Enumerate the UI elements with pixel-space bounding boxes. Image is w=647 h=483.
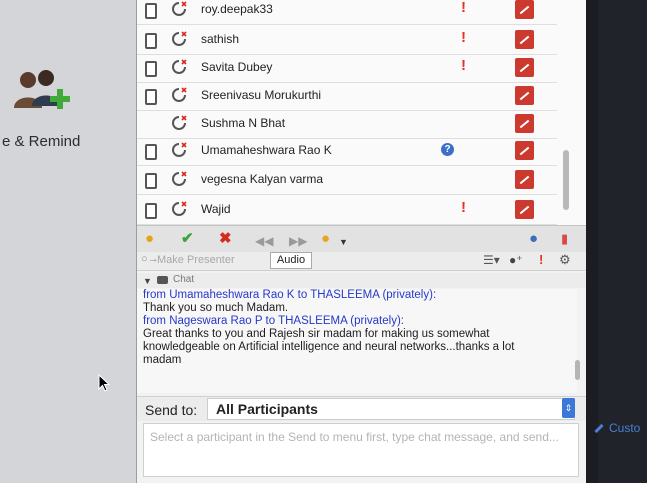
device-icon: [145, 61, 157, 77]
camera-off-icon: [172, 115, 187, 130]
camera-off-icon: [172, 31, 187, 46]
send-to-label: Send to:: [145, 402, 198, 418]
mic-muted-icon[interactable]: [515, 86, 534, 105]
clear-status-icon[interactable]: ▮: [561, 230, 568, 248]
go-slower-icon[interactable]: ◀◀: [255, 232, 273, 250]
chat-header[interactable]: ▼ Chat: [137, 273, 586, 288]
participant-row[interactable]: roy.deepak33!: [137, 0, 557, 25]
participant-row[interactable]: Savita Dubey!: [137, 54, 557, 83]
chat-input-placeholder: Select a participant in the Send to menu…: [150, 430, 559, 444]
participant-row[interactable]: sathish!: [137, 26, 557, 55]
participant-name: roy.deepak33: [201, 2, 273, 16]
participant-row[interactable]: Sreenivasu Morukurthi: [137, 82, 557, 111]
chat-message-input[interactable]: Select a participant in the Send to menu…: [143, 423, 579, 477]
chat-message-line: madam: [143, 354, 182, 366]
chat-message-line: Great thanks to you and Rajesh sir madam…: [143, 328, 490, 340]
question-icon: ?: [441, 143, 454, 156]
alert-icon[interactable]: !: [539, 252, 543, 267]
chat-sender-line: from Umamaheshwara Rao K to THASLEEMA (p…: [143, 289, 437, 301]
camera-off-icon: [172, 142, 187, 157]
device-icon: [145, 33, 157, 49]
mic-muted-icon[interactable]: [515, 170, 534, 189]
send-to-row: Send to: All Participants ⇕: [137, 396, 586, 421]
disapprove-x-icon[interactable]: ✖: [219, 230, 232, 248]
device-icon: [145, 89, 157, 105]
send-to-value: All Participants: [216, 401, 318, 417]
approve-check-icon[interactable]: ✔: [181, 230, 194, 248]
participant-name: sathish: [201, 32, 240, 46]
alert-icon: !: [461, 29, 466, 46]
camera-off-icon: [172, 171, 187, 186]
alert-icon: !: [461, 199, 466, 216]
audio-tab[interactable]: Audio: [270, 252, 312, 269]
participant-row[interactable]: Sushma N Bhat: [137, 110, 557, 139]
presenter-toolbar: ○→ Make Presenter Audio ☰▾ ●⁺ ! ⚙: [137, 252, 586, 271]
chat-messages: from Umamaheshwara Rao K to THASLEEMA (p…: [137, 289, 577, 393]
device-icon: [145, 203, 157, 219]
go-faster-icon[interactable]: ▶▶: [289, 232, 307, 250]
left-panel: e & Remind: [0, 0, 137, 483]
participant-scrollbar[interactable]: [563, 150, 569, 210]
camera-off-icon: [172, 59, 187, 74]
invite-users-icon[interactable]: [10, 68, 72, 118]
add-participant-icon[interactable]: ●⁺: [509, 253, 523, 267]
participant-list: Wajid! vegesna Kalyan varma Umamaheshwara …: [137, 0, 586, 225]
chat-message-line: knowledgeable on Artificial intelligence…: [143, 341, 515, 353]
camera-off-icon: [172, 201, 187, 216]
participant-name: vegesna Kalyan varma: [201, 172, 324, 186]
collaborate-panel: Wajid! vegesna Kalyan varma Umamaheshwara …: [137, 0, 586, 483]
device-icon: [145, 144, 157, 160]
chat-scrollbar[interactable]: [575, 360, 580, 380]
participant-name: Umamaheshwara Rao K: [201, 143, 332, 157]
alert-icon: !: [461, 0, 466, 16]
participant-name: Savita Dubey: [201, 60, 273, 74]
participant-row[interactable]: vegesna Kalyan varma: [137, 166, 557, 195]
make-presenter-button[interactable]: Make Presenter: [157, 254, 235, 266]
camera-off-icon: [172, 1, 187, 16]
participant-toolbar: ● ✔ ✖ ◀◀ ▶▶ ● ▼ ● ▮: [137, 225, 586, 253]
pencil-icon: [594, 424, 604, 434]
user-settings-icon[interactable]: ●: [529, 230, 538, 248]
mic-muted-icon[interactable]: [515, 114, 534, 133]
participant-name: Sreenivasu Morukurthi: [201, 88, 322, 102]
mic-muted-icon[interactable]: [515, 200, 534, 219]
background-desktop: [598, 0, 647, 483]
make-presenter-icon: ○→: [141, 253, 159, 265]
raise-hand-icon[interactable]: ●: [145, 230, 154, 248]
mouse-cursor-icon: [98, 374, 110, 392]
gear-icon[interactable]: ⚙: [559, 252, 571, 268]
chat-message-line: Thank you so much Madam.: [143, 302, 289, 314]
chat-title: Chat: [173, 274, 195, 285]
mic-muted-icon[interactable]: [515, 30, 534, 49]
device-icon: [145, 3, 157, 19]
emoticon-dropdown-icon[interactable]: ▼: [339, 233, 348, 251]
collapse-triangle-icon[interactable]: ▼: [143, 276, 152, 286]
send-to-select[interactable]: All Participants ⇕: [207, 398, 575, 420]
participant-row[interactable]: Umamaheshwara Rao K?: [137, 137, 557, 166]
customize-link[interactable]: Custo: [594, 421, 640, 435]
participant-name: Wajid: [201, 202, 231, 216]
chat-bubble-icon: [157, 276, 168, 284]
camera-off-icon: [172, 87, 187, 102]
emoticon-icon[interactable]: ●: [321, 230, 330, 248]
chat-sender-line: from Nageswara Rao P to THASLEEMA (priva…: [143, 315, 404, 327]
mic-muted-icon[interactable]: [515, 0, 534, 19]
list-view-icon[interactable]: ☰▾: [483, 253, 500, 267]
alert-icon: !: [461, 57, 466, 74]
device-icon: [145, 173, 157, 189]
mic-muted-icon[interactable]: [515, 141, 534, 160]
participant-name: Sushma N Bhat: [201, 116, 286, 130]
select-stepper-icon[interactable]: ⇕: [562, 398, 575, 418]
participant-row[interactable]: Wajid!: [137, 196, 557, 225]
mic-muted-icon[interactable]: [515, 58, 534, 77]
invite-remind-label[interactable]: e & Remind: [2, 133, 80, 150]
